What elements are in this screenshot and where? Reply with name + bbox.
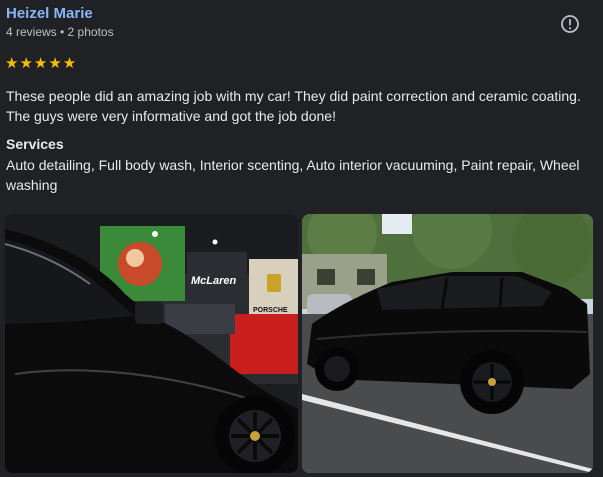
reviewer-name[interactable]: Heizel Marie	[6, 5, 93, 22]
review-text: These people did an amazing job with my …	[6, 88, 581, 124]
star-rating: ★★★★★	[5, 55, 78, 72]
mclaren-banner-text: McLaren	[191, 275, 237, 287]
services-list: Auto detailing, Full body wash, Interior…	[6, 157, 580, 193]
review-photo-2[interactable]	[302, 214, 593, 473]
reviewer-meta: 4 reviews • 2 photos	[6, 25, 114, 39]
report-review-button[interactable]	[560, 14, 580, 34]
services-heading: Services	[6, 136, 64, 152]
alert-circle-icon	[561, 15, 579, 33]
porsche-banner-text: PORSCHE	[253, 307, 288, 314]
review-photo-1[interactable]: McLaren PORSCHE	[5, 214, 298, 473]
